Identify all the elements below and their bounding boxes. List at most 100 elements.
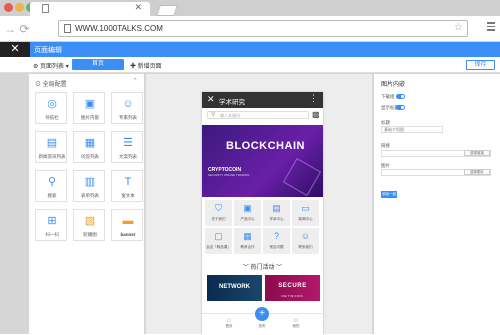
phone-preview: ✕ 学术研究 ⋮ ⚲ 输入关键词 ▩ BLOCKCHAIN CRYPTOCOIN… bbox=[202, 92, 323, 335]
more-icon[interactable]: ⋮ bbox=[309, 93, 318, 104]
activity-cards: NETWORK SECURE NETWORK bbox=[205, 275, 320, 301]
publish-button[interactable]: + bbox=[255, 307, 269, 321]
shield-icon: ⛉ bbox=[215, 203, 222, 213]
preview-canvas: ✕ 学术研究 ⋮ ⚲ 输入关键词 ▩ BLOCKCHAIN CRYPTOCOIN… bbox=[146, 74, 372, 335]
component-label: 文案列表 bbox=[119, 154, 137, 159]
home-icon: ⌂ bbox=[226, 317, 232, 324]
phone-banner[interactable]: BLOCKCHAIN CRYPTOCOIN SECURITY ONLINE TR… bbox=[202, 125, 323, 197]
card-subtitle: NETWORK bbox=[281, 294, 304, 298]
page-list-dropdown[interactable]: ⚙ 页面列表 ▾ bbox=[33, 61, 69, 70]
activity-card-network[interactable]: NETWORK bbox=[207, 275, 262, 301]
text-list-icon: ☰ bbox=[123, 137, 133, 149]
form-icon: ▥ bbox=[84, 176, 96, 188]
chat-icon: ▭ bbox=[301, 203, 310, 213]
menu-about[interactable]: ⛉ 关于我们 bbox=[205, 200, 232, 226]
menu-label: 学术中心 bbox=[269, 217, 284, 221]
home-tab-label: 首页 bbox=[91, 61, 104, 67]
close-dot-icon[interactable] bbox=[4, 3, 13, 12]
phone-menu-grid: ⛉ 关于我们 ▣ 产品中心 ▤ 学术中心 ▭ 新闻中心 ▢ 会议「精品课」 ▦ 教育合作 ?… bbox=[205, 200, 320, 254]
menu-products[interactable]: ▣ 产品中心 bbox=[234, 200, 261, 226]
component-expert[interactable]: ☺ 专家列表 bbox=[111, 92, 143, 124]
menu-label: 关于我们 bbox=[211, 217, 226, 221]
component-banner[interactable]: ▬ banner bbox=[111, 209, 143, 241]
browser-window: ✕ → ⟳ WWW.1000TALKS.COM ☆ ✕ 页面编辑 ⚙ 页面列表 … bbox=[0, 0, 500, 335]
component-search[interactable]: ⚲ 搜索 bbox=[35, 170, 67, 202]
component-image[interactable]: ▣ 图片内嵌 bbox=[73, 92, 105, 124]
menu-contact[interactable]: ☺ 联系我们 bbox=[292, 228, 319, 254]
address-bar: → ⟳ WWW.1000TALKS.COM ☆ bbox=[0, 16, 500, 42]
component-nav[interactable]: ◎ 导航栏 bbox=[35, 92, 67, 124]
footer-home[interactable]: ⌂ 首页 bbox=[214, 317, 244, 329]
activity-card-secure[interactable]: SECURE NETWORK bbox=[265, 275, 320, 301]
component-scan[interactable]: ⊞ 扫一扫 bbox=[35, 209, 67, 241]
new-tab-button[interactable] bbox=[155, 5, 179, 16]
component-carousel[interactable]: ▧ 轮播图 bbox=[73, 209, 105, 241]
select-image-button[interactable]: 选择图片 bbox=[464, 169, 490, 175]
component-label: 表单列表 bbox=[81, 193, 99, 198]
new-page-button[interactable]: ✚ 新增页面 bbox=[130, 61, 162, 70]
menu-label: 常见问题 bbox=[269, 245, 284, 249]
app-title: 页面编辑 bbox=[34, 47, 62, 54]
component-text-list[interactable]: ☰ 文案列表 bbox=[111, 131, 143, 163]
menu-faq[interactable]: ? 常见问题 bbox=[263, 228, 290, 254]
box-icon: ▣ bbox=[243, 203, 252, 213]
add-group-button[interactable]: 添加一组 bbox=[381, 191, 397, 198]
tab-home[interactable]: 首页 bbox=[72, 59, 124, 70]
star-icon[interactable]: ☆ bbox=[454, 22, 463, 33]
user-icon: ☺ bbox=[300, 231, 311, 241]
global-config-title: ⊙ 全局配置 bbox=[35, 82, 67, 88]
banner-title: BLOCKCHAIN bbox=[226, 140, 305, 152]
footer-mine[interactable]: ☺ 我的 bbox=[281, 317, 311, 329]
component-label: 富文本 bbox=[121, 193, 135, 198]
menu-meeting[interactable]: ▢ 会议「精品课」 bbox=[205, 228, 232, 254]
app-header: ✕ 页面编辑 bbox=[0, 42, 500, 57]
menu-label: 教育合作 bbox=[240, 245, 255, 249]
menu-news[interactable]: ▭ 新闻中心 bbox=[292, 200, 319, 226]
component-label: 导航栏 bbox=[45, 115, 59, 120]
menu-label: 会议「精品课」 bbox=[206, 245, 231, 249]
search-icon: ⚲ bbox=[211, 112, 216, 118]
component-rich-text[interactable]: T 富文本 bbox=[111, 170, 143, 202]
hot-title: 热门活动 bbox=[250, 265, 275, 271]
component-label: 问答列表 bbox=[81, 154, 99, 159]
component-label: 轮播图 bbox=[83, 232, 97, 237]
phone-footer: ⌂ 首页 + 发布 ☺ 我的 bbox=[202, 307, 323, 335]
phone-close-icon[interactable]: ✕ bbox=[207, 94, 215, 105]
chevron-up-icon[interactable]: ⌃ bbox=[132, 77, 138, 85]
footer-mine-label: 我的 bbox=[292, 324, 300, 328]
footer-home-label: 首页 bbox=[225, 324, 233, 328]
phone-title: 学术研究 bbox=[219, 99, 245, 106]
browser-menu-icon[interactable] bbox=[487, 22, 495, 33]
select-image-label: 选择图片 bbox=[470, 170, 484, 174]
title-field[interactable]: 基础介绍图 bbox=[381, 126, 443, 133]
menu-education[interactable]: ▦ 教育合作 bbox=[234, 228, 261, 254]
row1-toggle[interactable] bbox=[396, 94, 405, 99]
close-icon[interactable]: ✕ bbox=[0, 42, 30, 57]
url-field[interactable]: WWW.1000TALKS.COM ☆ bbox=[58, 20, 468, 37]
component-label: 专家列表 bbox=[119, 115, 137, 120]
image-icon: ▣ bbox=[84, 98, 96, 110]
link-label: 链接 bbox=[381, 143, 390, 148]
component-qa[interactable]: ▦ 问答列表 bbox=[73, 131, 105, 163]
grid-icon: ▦ bbox=[243, 231, 252, 241]
minimize-dot-icon[interactable] bbox=[15, 3, 24, 12]
back-forward-icon[interactable]: → ⟳ bbox=[4, 22, 29, 36]
phone-search-input[interactable]: ⚲ 输入关键词 bbox=[207, 111, 309, 119]
component-form[interactable]: ▥ 表单列表 bbox=[73, 170, 105, 202]
menu-label: 产品中心 bbox=[240, 217, 255, 221]
document-icon bbox=[42, 4, 49, 13]
news-icon: ▤ bbox=[46, 137, 58, 149]
menu-academic[interactable]: ▤ 学术中心 bbox=[263, 200, 290, 226]
rich-text-icon: T bbox=[124, 176, 132, 188]
component-grid: ◎ 导航栏 ▣ 图片内嵌 ☺ 专家列表 ▤ 新闻资讯列表 ▦ 问答列表 ☰ 文案列表 ⚲ 搜索… bbox=[35, 92, 143, 241]
browser-tab[interactable]: ✕ bbox=[30, 2, 150, 16]
properties-title: 图片内嵌 bbox=[381, 82, 406, 88]
qr-scan-icon[interactable]: ▩ bbox=[312, 110, 320, 119]
screen-icon: ▢ bbox=[214, 231, 223, 241]
tab-close-icon[interactable]: ✕ bbox=[134, 2, 142, 13]
select-link-button[interactable]: 选择链接 bbox=[464, 150, 490, 156]
row2-toggle[interactable] bbox=[396, 105, 405, 110]
editor-toolbar: ⚙ 页面列表 ▾ 首页 ✚ 新增页面 保存 bbox=[0, 57, 500, 73]
save-button[interactable]: 保存 bbox=[466, 60, 495, 70]
component-news[interactable]: ▤ 新闻资讯列表 bbox=[35, 131, 67, 163]
